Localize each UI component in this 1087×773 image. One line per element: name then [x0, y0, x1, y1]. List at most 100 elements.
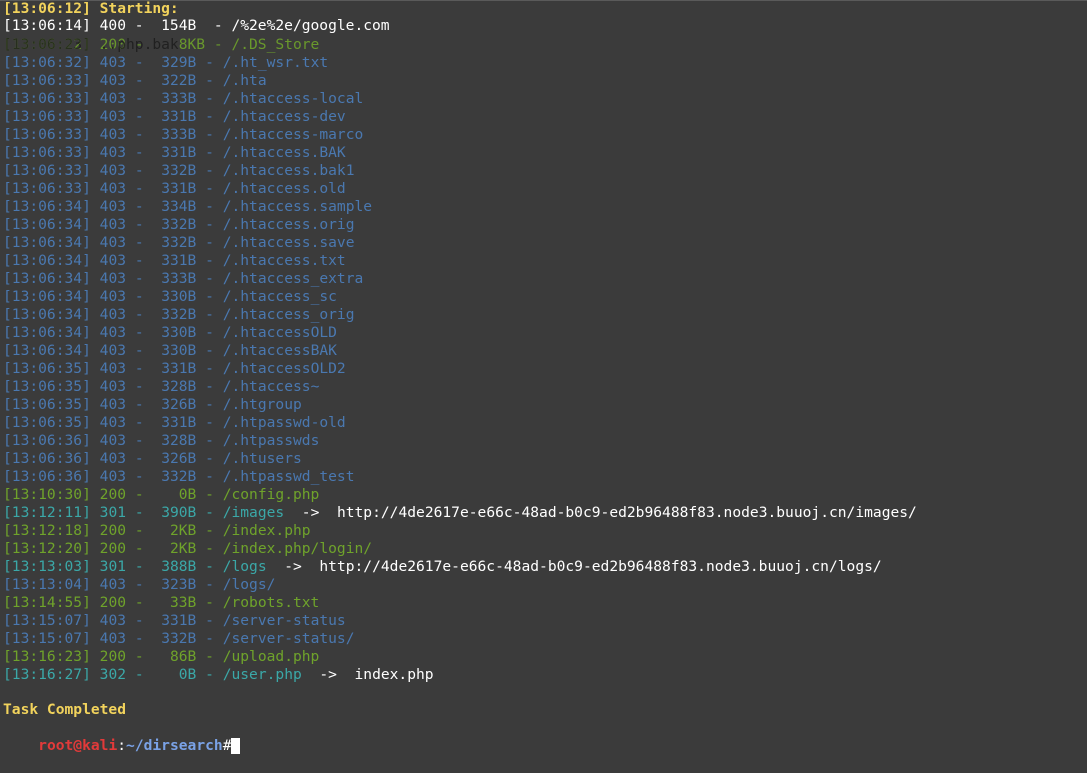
result-row: [13:12:18] 200 - 2KB - /index.php — [3, 522, 311, 540]
result-row: [13:06:34] 403 - 330B - /.htaccessBAK — [3, 342, 337, 360]
result-row: [13:06:36] 403 - 332B - /.htpasswd_test — [3, 468, 355, 486]
row-size: 33B — [169, 594, 197, 611]
spacer: - — [126, 54, 153, 71]
result-row: [13:06:35] 403 - 326B - /.htgroup — [3, 396, 302, 414]
spacer: - — [126, 504, 153, 521]
row-time: [13:06:34] — [3, 306, 91, 323]
spacer: - — [196, 270, 223, 287]
spacer: - — [126, 126, 153, 143]
row-path: /upload.php — [222, 648, 320, 665]
row-size: 0B — [178, 666, 197, 683]
row-size: 326B — [161, 396, 197, 413]
row-size: 323B — [161, 576, 197, 593]
row-size: 326B — [161, 450, 197, 467]
row-time: [13:06:36] — [3, 432, 91, 449]
row-path: /.htaccess-local — [222, 90, 364, 107]
row-time: [13:06:33] — [3, 126, 91, 143]
spacer: - — [126, 72, 153, 89]
spacer: - — [126, 414, 153, 431]
result-row: [13:06:33] 403 - 322B - /.hta — [3, 72, 267, 90]
row-status-code: 403 — [99, 54, 127, 71]
spacer: - — [126, 540, 153, 557]
result-row: [13:06:33] 403 - 331B - /.htaccess.old — [3, 180, 346, 198]
terminal-window[interactable]: [13:06:12] Starting: [13:06:22] 200 - 8K… — [0, 0, 1087, 754]
row-redirect-arrow: -> — [301, 504, 320, 521]
row-size: 332B — [161, 216, 197, 233]
result-row: [13:12:11] 301 - 390B - /images -> http:… — [3, 504, 917, 522]
spacer: - — [126, 162, 153, 179]
row-status-code: 200 — [99, 648, 127, 665]
row-size: 331B — [161, 612, 197, 629]
spacer: - — [196, 234, 223, 251]
spacer: - — [126, 432, 153, 449]
row-size: 333B — [161, 90, 197, 107]
spacer: - — [196, 342, 223, 359]
row-path: /user.php — [222, 666, 302, 683]
row-size: 328B — [161, 432, 197, 449]
row-time: [13:06:33] — [3, 72, 91, 89]
row-time: [13:06:34] — [3, 270, 91, 287]
spacer: - — [196, 252, 223, 269]
spacer: - — [126, 144, 153, 161]
row-path: /.htaccessOLD2 — [222, 360, 346, 377]
spacer: - — [126, 324, 153, 341]
row-size: 322B — [161, 72, 197, 89]
row-path: /robots.txt — [222, 594, 320, 611]
result-row: [13:06:34] 403 - 332B - /.htaccess_orig — [3, 306, 355, 324]
spacer: - — [126, 288, 153, 305]
row-status-code: 403 — [99, 162, 127, 179]
spacer: - — [126, 342, 153, 359]
row-status-code: 403 — [99, 360, 127, 377]
row-status-code: 403 — [99, 468, 127, 485]
spacer: - — [126, 486, 153, 503]
row-time: [13:06:35] — [3, 414, 91, 431]
spacer: - — [196, 54, 223, 71]
row-path: /index.php — [222, 522, 311, 539]
row-time: [13:06:33] — [3, 144, 91, 161]
spacer: - — [126, 612, 153, 629]
row-size: 331B — [161, 144, 197, 161]
spacer: - — [196, 540, 223, 557]
row-status-code: 200 — [99, 486, 127, 503]
row-path: /logs — [222, 558, 267, 575]
row-size: 328B — [161, 378, 197, 395]
row-path: /.ht_wsr.txt — [222, 54, 329, 71]
spacer: - — [126, 450, 153, 467]
row-status-code: 403 — [99, 414, 127, 431]
shell-prompt[interactable]: root@kali:~/dirsearch# — [3, 719, 241, 754]
spacer: - — [126, 198, 153, 215]
spacer: - — [126, 252, 153, 269]
spacer: - — [196, 144, 223, 161]
row-status-code: 403 — [99, 612, 127, 629]
row-redirect-target: http://4de2617e-e66c-48ad-b0c9-ed2b96488… — [319, 558, 882, 575]
result-row: [13:06:34] 403 - 330B - /.htaccess_sc — [3, 288, 337, 306]
row-status-code: 403 — [99, 378, 127, 395]
row-size: 333B — [161, 270, 197, 287]
